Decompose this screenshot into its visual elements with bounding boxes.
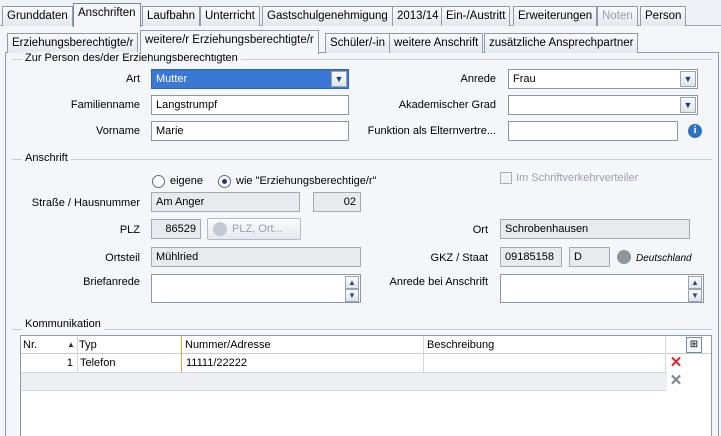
- scroll-down-icon[interactable]: ▼: [688, 289, 702, 302]
- section-divider: [12, 329, 712, 330]
- schriftverkehr-label: Im Schriftverkehrverteiler: [516, 172, 639, 184]
- info-icon[interactable]: i: [688, 124, 702, 138]
- table-row-new[interactable]: [21, 373, 667, 391]
- cell-nummer: 11111/22222: [186, 357, 247, 369]
- col-header-typ[interactable]: Typ: [77, 337, 97, 353]
- art-value: Mutter: [156, 73, 188, 85]
- funktion-field[interactable]: [508, 121, 678, 141]
- chevron-down-icon[interactable]: ▼: [331, 71, 347, 87]
- vorname-field[interactable]: Marie: [151, 121, 349, 141]
- scroll-up-icon[interactable]: ▲: [688, 276, 702, 289]
- gkz-label: GKZ / Staat: [430, 252, 488, 264]
- strasse-label: Straße / Hausnummer: [31, 197, 140, 209]
- scroll-up-icon[interactable]: ▲: [345, 276, 359, 289]
- staat-field[interactable]: D: [569, 247, 610, 267]
- schriftverkehr-checkbox[interactable]: [500, 172, 512, 184]
- tab-schuljahr[interactable]: 2013/14: [392, 6, 444, 26]
- briefanrede-label: Briefanrede: [83, 276, 140, 288]
- sort-indicator-icon: ▲: [67, 340, 75, 349]
- col-header-beschreibung[interactable]: Beschreibung: [425, 337, 494, 353]
- vorname-label: Vorname: [95, 125, 140, 137]
- tab-noten: Noten: [597, 6, 638, 26]
- plz-label: PLZ: [119, 224, 140, 236]
- art-select[interactable]: Mutter ▼: [151, 69, 349, 89]
- anrede-anschrift-field[interactable]: ▲ ▼: [500, 274, 704, 303]
- section-title-kommunikation: Kommunikation: [22, 318, 104, 330]
- akad-grad-select[interactable]: ▼: [508, 95, 698, 115]
- col-header-nr[interactable]: Nr.: [21, 337, 37, 353]
- radio-eigene[interactable]: [152, 175, 165, 188]
- section-title-anschrift: Anschrift: [22, 152, 71, 164]
- staat-name: Deutschland: [636, 253, 692, 264]
- tab-gastschulgenehmigung[interactable]: Gastschulgenehmigung: [262, 6, 393, 26]
- scroll-down-icon[interactable]: ▼: [345, 289, 359, 302]
- col-header-nummer[interactable]: Nummer/Adresse: [183, 337, 271, 353]
- anrede-anschrift-label: Anrede bei Anschrift: [389, 276, 488, 288]
- tab-zusaetzliche-ansprechpartner[interactable]: zusätzliche Ansprechpartner: [484, 33, 639, 53]
- globe-icon: [213, 222, 227, 236]
- gkz-field[interactable]: 09185158: [500, 247, 562, 267]
- anrede-label: Anrede: [460, 73, 496, 85]
- strasse-field[interactable]: Am Anger: [151, 192, 300, 212]
- chevron-down-icon[interactable]: ▼: [680, 97, 696, 113]
- plz-ort-button-label: PLZ, Ort...: [232, 223, 283, 235]
- plz-field[interactable]: 86529: [151, 219, 201, 239]
- sub-tab-bar: Erziehungsberechtigte/r weitere/r Erzieh…: [0, 27, 721, 54]
- radio-wie-erziehungsberechtigte[interactable]: [218, 175, 231, 188]
- table-header: Nr. ▲ Typ Nummer/Adresse Beschreibung: [21, 336, 711, 354]
- country-info-icon: [617, 250, 631, 264]
- tab-person[interactable]: Person: [640, 6, 687, 26]
- delete-row-icon[interactable]: ✕: [668, 355, 684, 372]
- tab-unterricht[interactable]: Unterricht: [200, 6, 260, 26]
- tab-weitere-erziehungsberechtigte[interactable]: weitere/r Erziehungsberechtigte/r: [140, 30, 319, 54]
- chevron-down-icon[interactable]: ▼: [680, 71, 696, 87]
- hausnummer-field[interactable]: 02: [313, 192, 361, 212]
- cell-nr: 1: [66, 357, 73, 369]
- cell-typ: Telefon: [80, 357, 116, 369]
- plz-ort-button: PLZ, Ort...: [207, 218, 301, 240]
- tab-ein-austritt[interactable]: Ein-/Austritt: [441, 6, 511, 26]
- familienname-field[interactable]: Langstrumpf: [151, 95, 349, 115]
- ortsteil-field[interactable]: Mühlried: [151, 247, 361, 267]
- radio-eigene-label: eigene: [170, 175, 204, 187]
- art-label: Art: [125, 73, 140, 85]
- briefanrede-field[interactable]: ▲ ▼: [151, 274, 361, 303]
- ort-field[interactable]: Schrobenhausen: [500, 219, 690, 239]
- tab-schueler[interactable]: Schüler/-in: [325, 33, 390, 53]
- tab-weitere-anschrift[interactable]: weitere Anschrift: [389, 33, 484, 53]
- ort-label: Ort: [472, 224, 488, 236]
- tab-erziehungsberechtigte[interactable]: Erziehungsberechtigte/r: [7, 33, 139, 53]
- table-row[interactable]: 1 Telefon 11111/22222: [21, 355, 667, 373]
- kommunikation-table: Nr. ▲ Typ Nummer/Adresse Beschreibung 1 …: [20, 335, 712, 436]
- anrede-select[interactable]: Frau ▼: [508, 69, 698, 89]
- section-divider: [12, 159, 712, 160]
- anrede-value: Frau: [513, 73, 536, 85]
- main-tab-bar: Grunddaten Anschriften Laufbahn Unterric…: [0, 0, 721, 27]
- familienname-label: Familienname: [70, 99, 140, 111]
- tab-anschriften[interactable]: Anschriften: [73, 3, 141, 27]
- tab-grunddaten[interactable]: Grunddaten: [2, 6, 73, 26]
- akad-grad-label: Akademischer Grad: [398, 99, 496, 111]
- delete-row-icon: ✕: [669, 372, 683, 389]
- radio-wie-label: wie "Erziehungsberechtige/r": [236, 175, 377, 187]
- table-options-icon[interactable]: ⊞: [686, 337, 702, 353]
- funktion-label: Funktion als Elternvertre...: [367, 125, 496, 137]
- ortsteil-label: Ortsteil: [105, 252, 140, 264]
- tab-laufbahn[interactable]: Laufbahn: [142, 6, 200, 26]
- tab-erweiterungen[interactable]: Erweiterungen: [513, 6, 598, 26]
